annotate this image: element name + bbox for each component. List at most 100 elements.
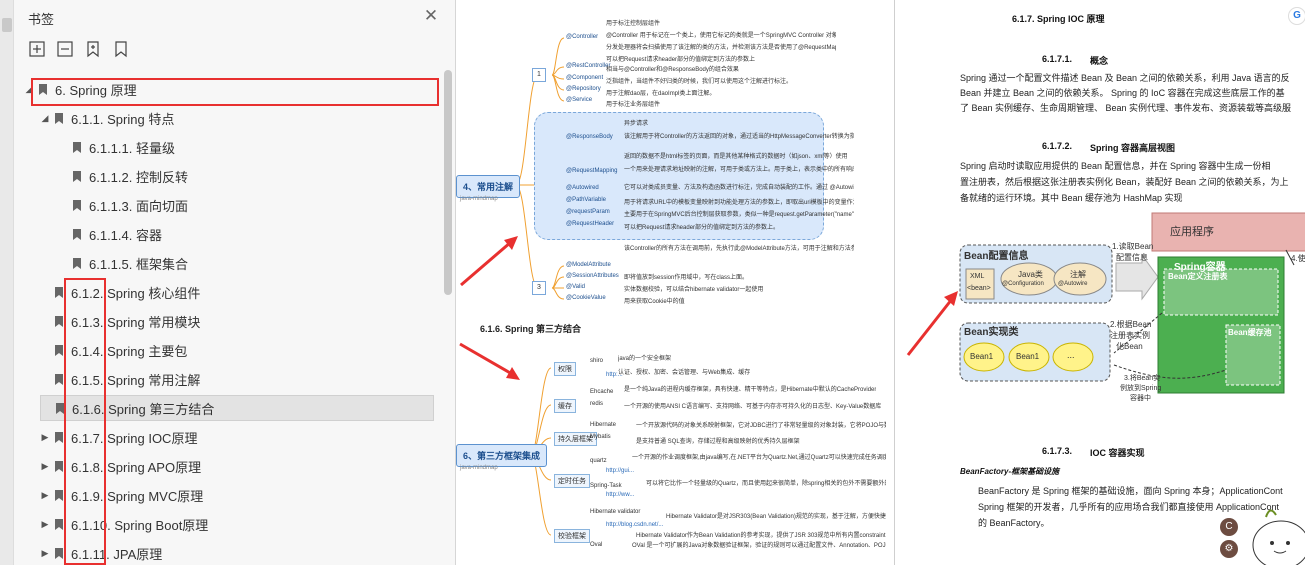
diagram-autowire: @Autowire <box>1058 281 1088 287</box>
para1-line2: Bean 并建立 Bean 之间的依赖关系。 Spring 的 IoC 容器在完… <box>960 88 1285 98</box>
diagram-step2a: 2.根据Bean <box>1110 320 1152 329</box>
mindmap1-note: 泛指组件，当组件不好归类的时候，我们可以使用这个注解进行标注。 <box>606 79 793 85</box>
mindmap1-note: 相当与@Controller和@ResponseBody的组合效果 <box>606 67 739 73</box>
left-strip <box>0 0 14 565</box>
mindmap2-note: Hibernate Validator作为Bean Validation的参考实… <box>636 533 886 539</box>
heading-617: 6.1.7. Spring IOC 原理 <box>1012 14 1105 24</box>
expand-all-icon[interactable] <box>28 40 46 58</box>
bookmark-item[interactable]: 6.1.1.3. 面向切面 <box>58 192 188 218</box>
sidebar-scrollbar[interactable] <box>444 70 452 295</box>
bookmark-item-icon <box>55 315 63 327</box>
red-arrow-ioc <box>906 291 958 356</box>
bookmark-item[interactable]: ◢ 6. Spring 原理 <box>24 76 137 102</box>
bookmark-icon[interactable] <box>112 40 130 58</box>
bookmark-item-icon <box>73 257 81 269</box>
mindmap2-note: 认证、授权、加密、会话管理、与Web集成、缓存 <box>618 370 751 376</box>
bookmark-item-icon <box>55 518 63 530</box>
section-616-heading: 6.1.6. Spring 第三方结合 <box>480 324 582 334</box>
mindmap1-node: @ModelAttribute <box>566 262 611 268</box>
mindmap1-note: 用于将请求URL中的模板变量映射到功能处理方法的参数上，即取出uri模板中的变量… <box>624 200 854 206</box>
collapsed-arrow-icon[interactable]: ▶ <box>40 432 50 443</box>
bookmark-item[interactable]: 6.1.4. Spring 主要包 <box>40 337 187 363</box>
expanded-arrow-icon[interactable]: ◢ <box>40 113 50 124</box>
mindmap2-category: 校验框架 <box>554 529 590 543</box>
para2-line1: Spring 启动时读取应用提供的 Bean 配置信息，并在 Spring 容器… <box>960 161 1271 171</box>
collapsed-arrow-icon[interactable]: ▶ <box>40 490 50 501</box>
group-num-1: 1 <box>532 68 546 82</box>
mindmap2-note: 可以将它比作一个轻量级的Quartz，而且使用起来很简单，除spring相关的包… <box>646 481 886 487</box>
collapsed-arrow-icon[interactable]: ▶ <box>40 548 50 559</box>
diagram-step4: 4.使 <box>1291 254 1305 263</box>
mindmap2-note: OVal 是一个可扩展的Java对象数据验证框架，验证的规则可以通过配置文件、A… <box>632 543 886 549</box>
collapse-all-icon[interactable] <box>56 40 74 58</box>
expanded-arrow-icon[interactable]: ◢ <box>24 84 34 95</box>
mindmap1-note: 即将值放到session作用域中，写在class上面。 <box>624 275 749 281</box>
group-num-3: 3 <box>532 281 546 295</box>
bookmark-item-icon <box>73 199 81 211</box>
bookmark-item-label: 6.1.7. Spring IOC原理 <box>71 430 198 446</box>
mindmap2-note: 一个开放源代码的对象关系映射框架，它对JDBC进行了非常轻量级的对象封装，它将P… <box>636 423 886 429</box>
bookmark-item[interactable]: 6.1.5. Spring 常用注解 <box>40 366 200 392</box>
mindmap1-note: 用于标注控制层组件 <box>606 21 661 27</box>
bookmark-item-label: 6.1.10. Spring Boot原理 <box>71 517 209 533</box>
document-view[interactable]: 4、常用注解 java-mindmap 1 2 3 @Controller@Re… <box>456 0 1305 565</box>
bookmark-item[interactable]: ▶ 6.1.11. JPA原理 <box>40 540 163 565</box>
para3-line2: Spring 框架的开发者，几乎所有的应用场合我们都直接使用 Applicati… <box>978 502 1280 512</box>
diagram-annotation: 注解 <box>1070 270 1086 279</box>
bookmark-item[interactable]: ◢ 6.1.1. Spring 特点 <box>40 105 175 131</box>
mindmap1-node: @CookieValue <box>566 295 606 301</box>
collapsed-arrow-icon[interactable]: ▶ <box>40 519 50 530</box>
bookmark-item-icon <box>55 489 63 501</box>
bookmark-item-icon <box>39 83 47 95</box>
bookmark-item[interactable]: 6.1.6. Spring 第三方结合 <box>40 395 434 421</box>
close-icon[interactable]: ✕ <box>420 5 442 27</box>
bookmark-item[interactable]: 6.1.1.2. 控制反转 <box>58 163 188 189</box>
bookmark-item-icon <box>73 170 81 182</box>
para2-line3: 备就绪的运行环境。其中 Bean 缓存池为 HashMap 实现 <box>960 193 1183 203</box>
bookmark-item[interactable]: 6.1.1.1. 轻量级 <box>58 134 175 160</box>
bookmark-panel-header: 书签 ✕ <box>14 0 456 34</box>
heading-6173-title: IOC 容器实现 <box>1090 448 1145 458</box>
mindmap2-link[interactable]: http://gui... <box>606 468 634 474</box>
bookmark-item-label: 6.1.2. Spring 核心组件 <box>71 285 201 301</box>
strip-handle[interactable] <box>2 18 12 32</box>
bookmark-item[interactable]: ▶ 6.1.9. Spring MVC原理 <box>40 482 204 508</box>
bookmark-item-label: 6.1.4. Spring 主要包 <box>71 343 188 359</box>
mindmap1-note: 分发处理器将会扫描使用了该注解的类的方法，并检测该方法是否使用了@Request… <box>606 45 836 51</box>
bookmark-panel: 书签 ✕ ◢ 6. Spring 原理 ◢ 6.1.1. Spring 特点 6.1.1… <box>14 0 456 565</box>
mindmap1-node: @RequestHeader <box>566 221 615 227</box>
mindmap1-node: @Autowired <box>566 185 599 191</box>
mindmap2-link[interactable]: http://blog.csdn.net/... <box>606 522 663 528</box>
mindmap1-note: 用于注解dao层，在daoImpl类上面注解。 <box>606 91 716 97</box>
collapsed-arrow-icon[interactable]: ▶ <box>40 461 50 472</box>
corner-action-1[interactable]: C <box>1220 518 1238 536</box>
bookmark-item-label: 6.1.1.1. 轻量级 <box>89 140 175 156</box>
bookmark-item-label: 6.1.9. Spring MVC原理 <box>71 488 204 504</box>
mindmap2-note: Hibernate Validator是对JSR303(Bean Validat… <box>666 514 886 520</box>
mindmap2-item: Ehcache <box>590 389 614 395</box>
mindmap1-note: 该注解用于将Controller的方法返回的对象，通过适当的HttpMessag… <box>624 134 854 140</box>
diagram-bean1b: Bean1 <box>1016 352 1040 361</box>
bookmark-item[interactable]: ▶ 6.1.10. Spring Boot原理 <box>40 511 209 537</box>
bookmark-item[interactable]: 6.1.2. Spring 核心组件 <box>40 279 200 305</box>
diagram-impl-class: Bean实现类 <box>964 327 1019 338</box>
bookmark-item[interactable]: 6.1.3. Spring 常用模块 <box>40 308 200 334</box>
add-bookmark-icon[interactable] <box>84 40 102 58</box>
corner-action-2[interactable]: ⚙ <box>1220 540 1238 558</box>
mindmap1-node: @SessionAttributes <box>566 273 619 279</box>
bookmark-item-label: 6.1.1.3. 面向切面 <box>89 198 188 214</box>
bookmark-item[interactable]: 6.1.1.4. 容器 <box>58 221 162 247</box>
bookmark-item-label: 6.1.1.2. 控制反转 <box>89 169 188 185</box>
diagram-bean1a: Bean1 <box>970 352 994 361</box>
mindmap2-item: Oval <box>590 542 603 548</box>
heading-6171-title: 概念 <box>1090 56 1109 66</box>
bookmark-item[interactable]: 6.1.1.5. 框架集合 <box>58 250 188 276</box>
mindmap1-node: @RestController <box>566 63 611 69</box>
bookmark-item[interactable]: ▶ 6.1.7. Spring IOC原理 <box>40 424 198 450</box>
bookmark-item[interactable]: ▶ 6.1.8. Spring APO原理 <box>40 453 202 479</box>
bookmark-item-label: 6.1.1. Spring 特点 <box>71 111 175 127</box>
diagram-step2c: 化Bean <box>1116 342 1143 351</box>
mindmap2-category: 权限 <box>554 362 576 376</box>
mindmap2-link[interactable]: http://ww... <box>606 492 634 498</box>
float-action-icon[interactable]: G <box>1288 7 1305 25</box>
